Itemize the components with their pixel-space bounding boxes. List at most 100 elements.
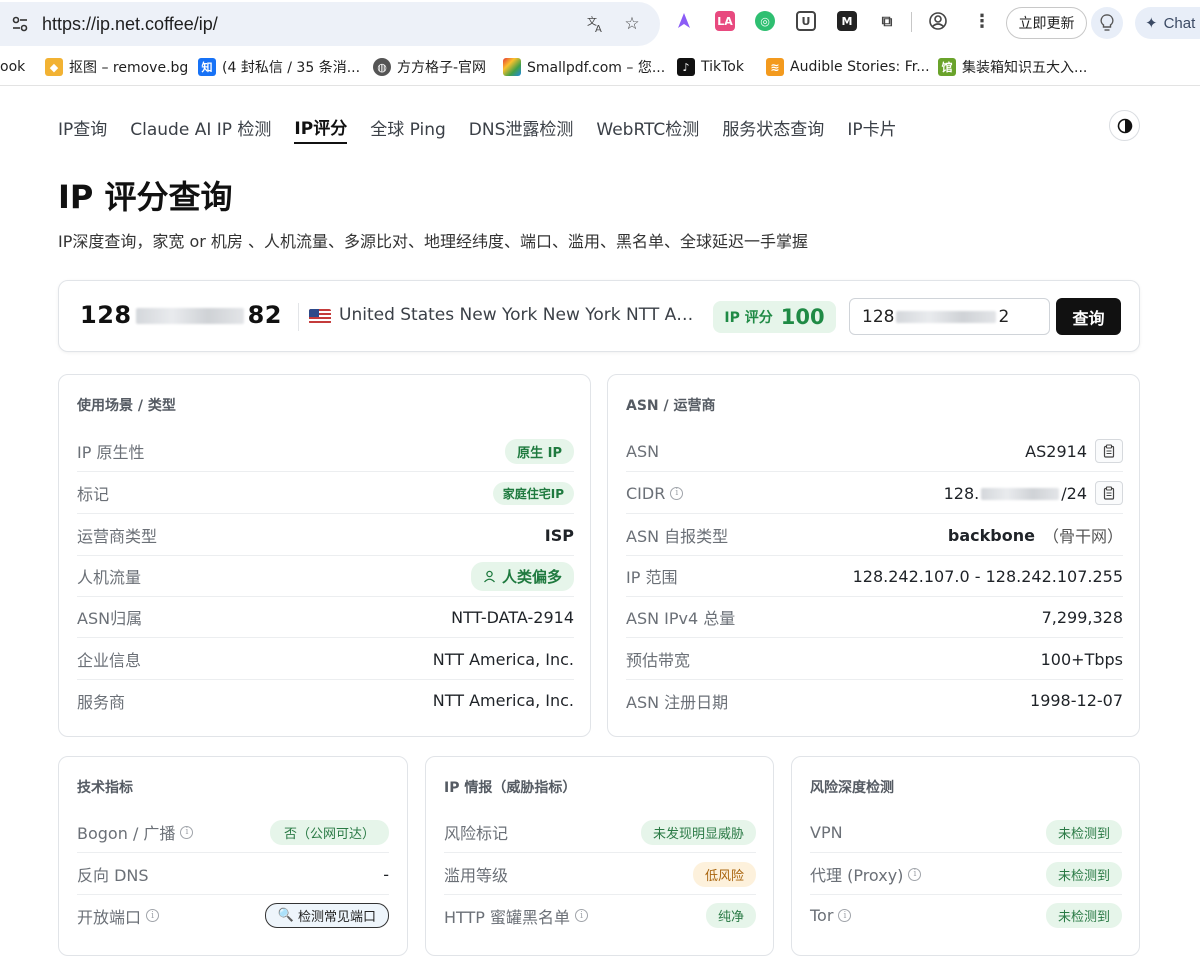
nav-item-global-ping[interactable]: 全球 Ping [370, 110, 446, 144]
removebg-icon: ◆ [45, 58, 63, 76]
svg-text:A: A [595, 24, 602, 33]
row-label: 预估带宽 [626, 651, 691, 670]
address-bar[interactable]: https://ip.net.coffee/ip/ 文A ☆ [0, 2, 660, 46]
nav-item-ip-score[interactable]: IP评分 [294, 110, 348, 144]
score-label: IP 评分 [724, 310, 773, 326]
toolbar-divider [911, 12, 912, 32]
extensions-puzzle-icon[interactable]: ⧉ [877, 11, 897, 31]
row-label: 人机流量 [77, 568, 142, 587]
info-icon[interactable]: i [838, 909, 852, 922]
row-label: ASN [626, 441, 660, 461]
info-icon[interactable]: i [146, 909, 160, 922]
asn-value: AS2914 [1025, 441, 1087, 461]
residential-badge: 家庭住宅IP [492, 481, 574, 505]
proxy-badge: 未检测到 [1045, 861, 1122, 887]
row-value: NTT-DATA-2914 [451, 607, 574, 627]
query-button[interactable]: 查询 [1056, 298, 1121, 335]
bookmark-item[interactable]: ◆ 抠图 – remove.bg [45, 56, 188, 78]
table-row: ASN 注册日期 1998-12-07 [626, 680, 1123, 721]
row-label: 风险标记 [444, 824, 509, 843]
row-label: 开放端口 i [77, 904, 160, 928]
extension-shield-icon[interactable]: U [796, 11, 816, 31]
bookmark-item[interactable]: 知 (4 封私信 / 35 条消... [198, 56, 360, 78]
table-row: IP 原生性 原生 IP [77, 431, 574, 472]
chat-button[interactable]: ✦ Chat [1135, 7, 1200, 39]
native-ip-badge: 原生 IP [505, 438, 574, 464]
bookmark-item[interactable]: 馆 集装箱知识五大入... [938, 56, 1087, 78]
row-label: 代理 (Proxy) i [810, 862, 922, 886]
table-row: 风险标记 未发现明显威胁 [444, 812, 756, 853]
table-row: 代理 (Proxy) i 未检测到 [810, 854, 1122, 895]
zhihu-icon: 知 [198, 58, 216, 76]
card-title: IP 情报（威胁指标） [444, 780, 577, 796]
site-settings-icon[interactable] [8, 12, 32, 36]
row-value: 100+Tbps [1040, 649, 1123, 669]
input-prefix: 128 [862, 306, 895, 327]
nav-item-claude-check[interactable]: Claude AI IP 检测 [130, 110, 271, 144]
scan-ports-button[interactable]: 🔍 检测常见端口 [264, 903, 389, 928]
tech-indicators-card: 技术指标 Bogon / 广播 i 否（公网可达） 反向 DNS - 开放端口 i … [58, 756, 408, 956]
table-row: ASN IPv4 总量 7,299,328 [626, 597, 1123, 638]
bookmark-item[interactable]: ook [0, 56, 25, 78]
nav-item-webrtc[interactable]: WebRTC检测 [596, 110, 699, 144]
bookmark-star-icon[interactable]: ☆ [621, 13, 643, 35]
row-label: 企业信息 [77, 651, 142, 670]
divider [298, 303, 299, 331]
row-value: NTT America, Inc. [432, 691, 574, 710]
site-nav: IP查询 Claude AI IP 检测 IP评分 全球 Ping DNS泄露检… [58, 110, 920, 146]
copy-icon[interactable] [1095, 439, 1123, 463]
sparkle-icon: ✦ [1145, 15, 1158, 32]
user-icon [484, 570, 495, 582]
vpn-badge: 未检测到 [1045, 819, 1122, 845]
profile-icon[interactable] [928, 11, 948, 31]
row-label: IP 原生性 [77, 443, 145, 462]
copy-icon[interactable] [1095, 481, 1123, 505]
row-value: NTT America, Inc. [432, 649, 574, 669]
cidr-value: 128./24 [943, 483, 1087, 503]
theme-toggle-icon[interactable] [1109, 110, 1140, 141]
card-title: 技术指标 [77, 780, 133, 796]
menu-kebab-icon[interactable]: ⋮ [972, 11, 992, 32]
row-label: 服务商 [77, 692, 126, 712]
nav-item-service-status[interactable]: 服务状态查询 [722, 110, 824, 144]
smallpdf-icon [503, 58, 521, 76]
update-button[interactable]: 立即更新 [1006, 7, 1087, 39]
bookmark-item[interactable]: ◍ 方方格子-官网 [373, 56, 486, 78]
bookmark-label: Smallpdf.com – 您... [527, 60, 666, 76]
table-row: 滥用等级 低风险 [444, 854, 756, 895]
info-icon[interactable]: i [180, 825, 194, 839]
container-icon: 馆 [938, 58, 956, 76]
lightbulb-icon[interactable] [1091, 7, 1123, 39]
extension-purple-icon[interactable] [674, 11, 694, 31]
bookmark-item[interactable]: Smallpdf.com – 您... [503, 56, 665, 78]
row-value: 7,299,328 [1041, 607, 1123, 627]
info-icon[interactable]: i [575, 909, 589, 922]
bookmark-item[interactable]: ≋ Audible Stories: Fr... [766, 56, 930, 78]
nav-item-ip-card[interactable]: IP卡片 [847, 110, 896, 144]
extension-m-icon[interactable]: M [837, 11, 857, 31]
table-row: 运营商类型 ISP [77, 515, 574, 556]
bogon-badge: 否（公网可达） [269, 819, 389, 845]
tor-badge: 未检测到 [1045, 903, 1122, 928]
bookmark-item[interactable]: ♪ TikTok [677, 56, 744, 78]
extension-la-icon[interactable]: LA [715, 11, 735, 31]
nav-item-dns-leak[interactable]: DNS泄露检测 [469, 110, 574, 144]
row-label: Bogon / 广播 i [77, 820, 194, 844]
info-icon[interactable]: i [908, 867, 922, 881]
info-icon[interactable]: i [670, 486, 684, 500]
table-row: 标记 家庭住宅IP [77, 473, 574, 514]
row-label: 标记 [77, 485, 110, 504]
card-title: 使用场景 / 类型 [77, 398, 176, 414]
extension-chat-icon[interactable]: ◎ [755, 11, 775, 31]
nav-item-ip-lookup[interactable]: IP查询 [58, 110, 107, 144]
row-label: 运营商类型 [77, 527, 158, 546]
audible-icon: ≋ [766, 58, 784, 76]
url-text[interactable]: https://ip.net.coffee/ip/ [42, 14, 218, 35]
row-label: IP 范围 [626, 568, 678, 587]
ip-search-input[interactable]: 128 2 [849, 298, 1050, 335]
human-traffic-badge: 人类偏多 [470, 561, 574, 591]
table-row: 预估带宽 100+Tbps [626, 639, 1123, 680]
table-row: VPN 未检测到 [810, 812, 1122, 853]
ip-location: United States New York New York NTT Amer… [339, 305, 701, 325]
translate-icon[interactable]: 文A [584, 13, 606, 35]
